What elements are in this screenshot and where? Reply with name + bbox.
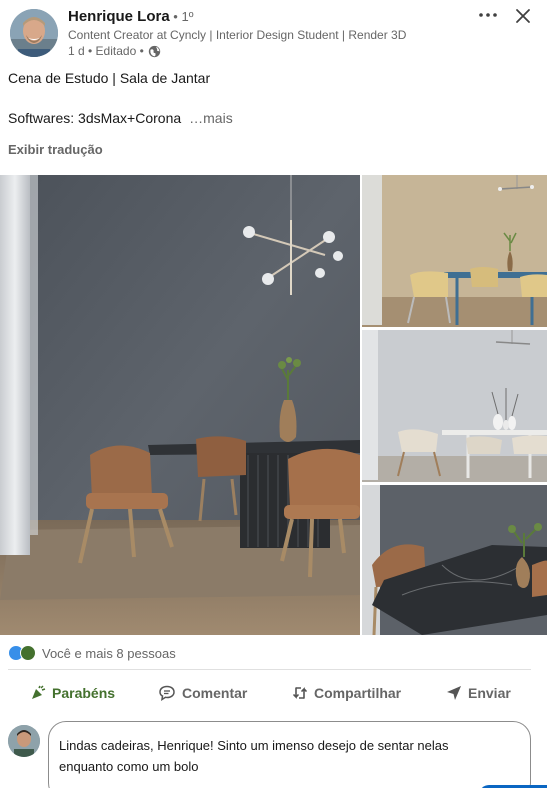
image-gallery (0, 175, 547, 635)
comment-text-line1: Lindas cadeiras, Henrique! Sinto um imen… (59, 738, 449, 753)
send-label: Enviar (468, 685, 511, 701)
send-icon (447, 686, 461, 700)
action-bar: Parabéns Comentar Compartilhar Enviar (0, 678, 547, 710)
post-text-line1: Cena de Estudo | Sala de Jantar (8, 70, 211, 86)
globe-icon (148, 45, 160, 57)
gallery-image-4[interactable] (362, 485, 547, 635)
gallery-image-3[interactable] (362, 330, 547, 482)
celebrate-button[interactable]: Parabéns (30, 678, 115, 708)
repost-icon (293, 687, 307, 699)
author-headline: Content Creator at Cyncly | Interior Des… (68, 28, 407, 42)
comment-text-line2: enquanto como um bolo (59, 759, 199, 774)
comment-icon (159, 685, 175, 701)
comment-composer: Lindas cadeiras, Henrique! Sinto um imen… (0, 720, 547, 788)
author-name[interactable]: Henrique Lora (68, 8, 170, 25)
post-text-line2: Softwares: 3dsMax+Corona (8, 110, 182, 126)
celebrate-icon (20, 645, 36, 661)
share-button[interactable]: Compartilhar (292, 678, 401, 708)
close-icon (516, 9, 530, 23)
more-options-button[interactable] (477, 5, 499, 25)
connection-degree: • 1º (169, 9, 194, 24)
translate-link[interactable]: Exibir tradução (8, 142, 103, 157)
post-header: Henrique Lora • 1º Content Creator at Cy… (0, 0, 547, 66)
comment-button[interactable]: Comentar (158, 678, 247, 708)
author-name-row[interactable]: Henrique Lora • 1º (68, 8, 193, 25)
share-label: Compartilhar (314, 685, 402, 701)
gallery-image-main[interactable] (0, 175, 360, 635)
comment-label: Comentar (182, 685, 248, 701)
post-meta: 1 d • Editado • (68, 44, 161, 58)
close-button[interactable] (513, 6, 533, 26)
divider (8, 669, 531, 670)
ellipsis-icon (479, 13, 497, 17)
see-more-link[interactable]: …mais (189, 108, 233, 128)
celebrate-icon (32, 685, 46, 699)
author-avatar[interactable] (10, 9, 58, 57)
reactions-text[interactable]: Você e mais 8 pessoas (42, 646, 176, 661)
gallery-image-2[interactable] (362, 175, 547, 327)
comment-input[interactable]: Lindas cadeiras, Henrique! Sinto um imen… (48, 721, 547, 788)
post-meta-text: 1 d • Editado • (68, 44, 144, 58)
commenter-avatar (8, 725, 40, 757)
celebrate-label: Parabéns (52, 685, 116, 701)
reaction-icons (8, 644, 38, 662)
post-text: Cena de Estudo | Sala de Jantar Software… (8, 68, 233, 128)
reactions-summary[interactable]: Você e mais 8 pessoas (8, 643, 176, 663)
send-button[interactable]: Enviar (446, 678, 511, 708)
